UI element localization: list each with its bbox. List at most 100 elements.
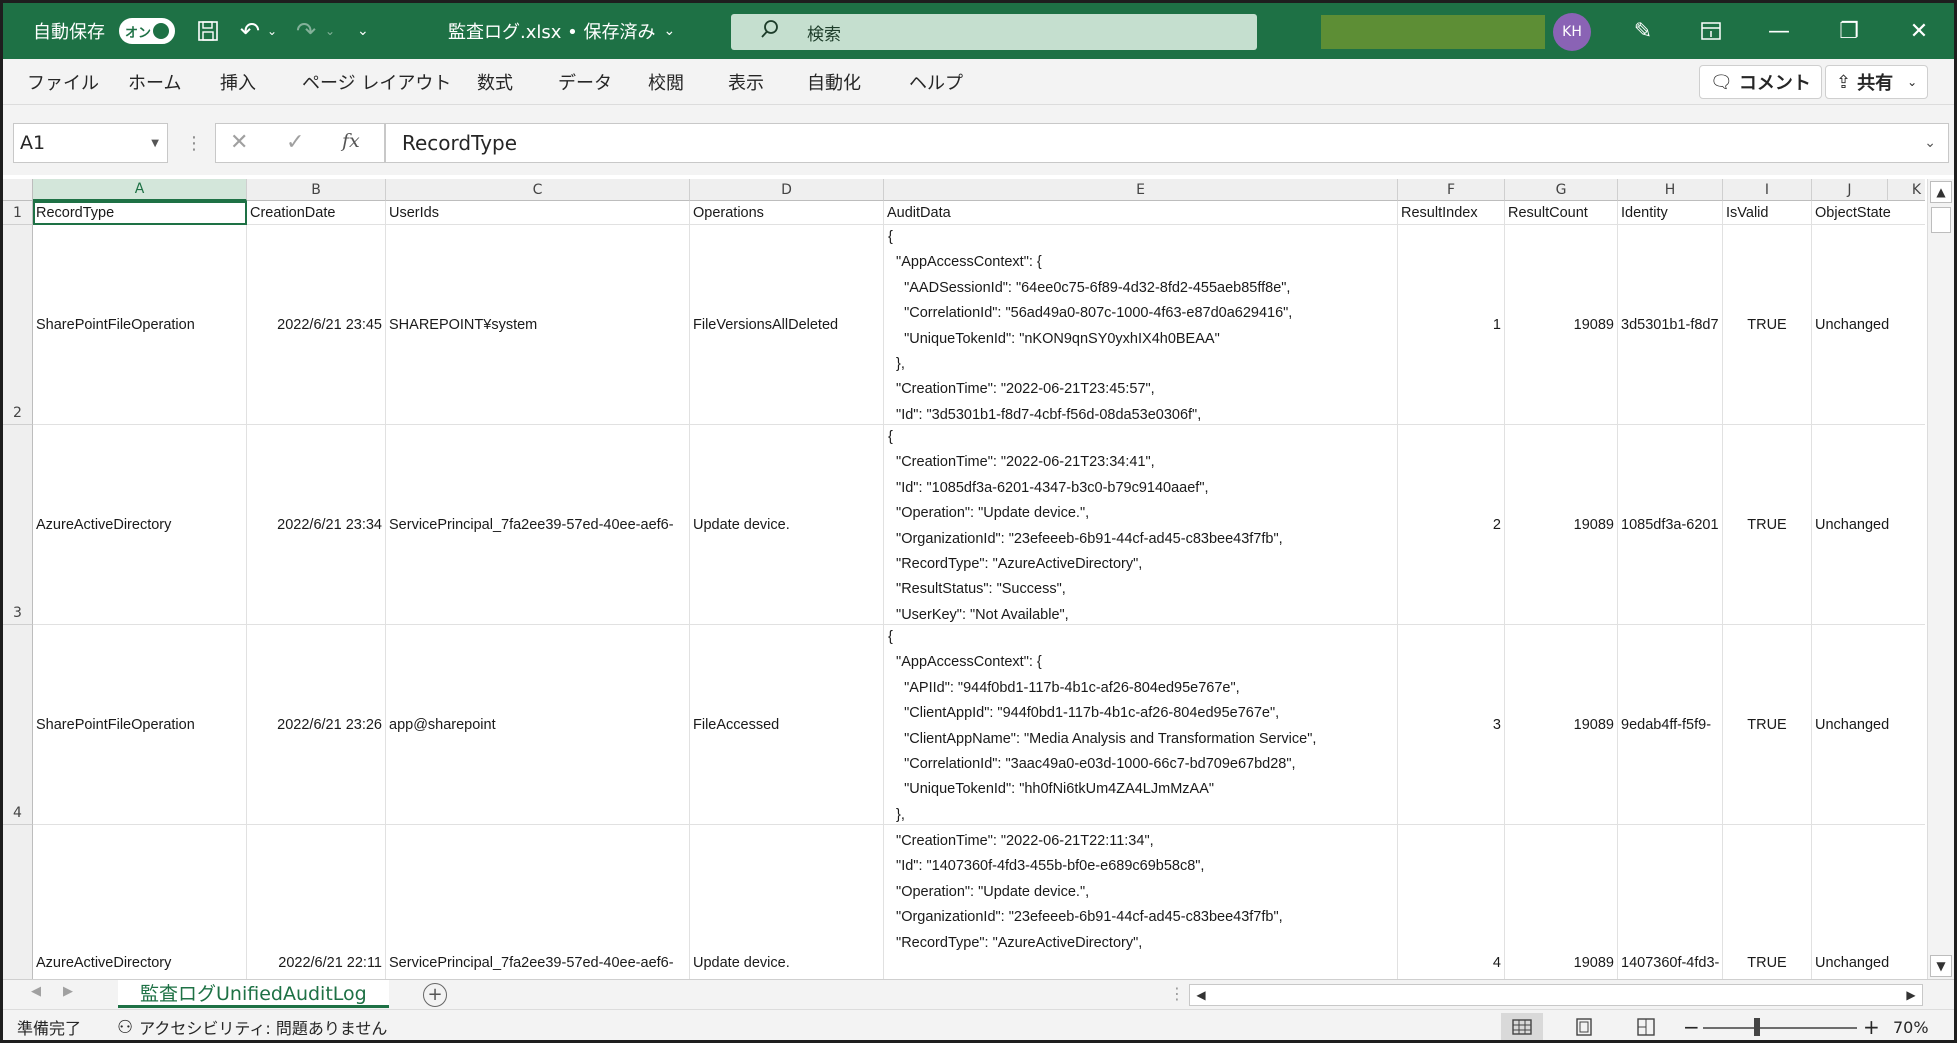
- cell-user-ids[interactable]: ServicePrincipal_7fa2ee39-57ed-40ee-aef6…: [386, 825, 690, 979]
- cell-result-index[interactable]: 2: [1398, 425, 1505, 625]
- row-header-2[interactable]: 2: [3, 225, 33, 425]
- zoom-slider-thumb[interactable]: [1753, 1018, 1760, 1036]
- undo-icon[interactable]: ↶: [235, 3, 265, 59]
- cell-operations[interactable]: Update device.: [690, 425, 884, 625]
- column-header-d[interactable]: D: [690, 179, 884, 201]
- cell-e1[interactable]: AuditData: [884, 201, 1398, 225]
- cell-d1[interactable]: Operations: [690, 201, 884, 225]
- avatar[interactable]: KH: [1553, 13, 1591, 51]
- cell-identity[interactable]: 1085df3a-6201: [1618, 425, 1723, 625]
- cancel-icon[interactable]: ✕: [230, 130, 248, 155]
- sheet-next-icon[interactable]: ▶: [63, 984, 73, 999]
- name-box-dropdown-icon[interactable]: ▼: [151, 138, 159, 149]
- vertical-scrollbar[interactable]: ▲ ▼: [1927, 179, 1954, 979]
- cell-identity[interactable]: 9edab4ff-f5f9-: [1618, 625, 1723, 825]
- tab-insert[interactable]: 挿入: [220, 59, 256, 105]
- undo-dropdown-icon[interactable]: ⌄: [267, 3, 277, 59]
- cell-c1[interactable]: UserIds: [386, 201, 690, 225]
- tab-file[interactable]: ファイル: [27, 59, 99, 105]
- cell-result-index[interactable]: 1: [1398, 225, 1505, 425]
- formula-bar-handle-icon[interactable]: ⋮: [185, 133, 203, 154]
- scroll-down-icon[interactable]: ▼: [1930, 955, 1952, 977]
- ribbon-display-icon[interactable]: [1683, 3, 1739, 59]
- cell-identity[interactable]: 3d5301b1-f8d7: [1618, 225, 1723, 425]
- redo-dropdown-icon[interactable]: ⌄: [325, 3, 335, 59]
- cell-object-state[interactable]: Unchanged: [1812, 225, 1925, 425]
- tab-help[interactable]: ヘルプ: [909, 59, 963, 105]
- row-header-3[interactable]: 3: [3, 425, 33, 625]
- cell-creation-date[interactable]: 2022/6/21 23:26: [247, 625, 386, 825]
- cell-a1[interactable]: RecordType: [33, 201, 247, 225]
- select-all-corner[interactable]: [3, 179, 33, 201]
- row-header-5[interactable]: 5: [3, 825, 33, 979]
- expand-formula-icon[interactable]: ⌄: [1924, 135, 1936, 151]
- cell-b1[interactable]: CreationDate: [247, 201, 386, 225]
- cell-object-state[interactable]: Unchanged: [1812, 425, 1925, 625]
- accessibility-status[interactable]: ⚇ アクセシビリティ: 問題ありません: [117, 1010, 387, 1040]
- restore-icon[interactable]: ❐: [1821, 3, 1877, 59]
- column-header-b[interactable]: B: [247, 179, 386, 201]
- cell-result-count[interactable]: 19089: [1505, 625, 1618, 825]
- cell-is-valid[interactable]: TRUE: [1723, 825, 1812, 979]
- vertical-scroll-thumb[interactable]: [1931, 207, 1951, 233]
- cell-result-index[interactable]: 3: [1398, 625, 1505, 825]
- cell-record-type[interactable]: SharePointFileOperation: [33, 625, 247, 825]
- cell-result-index[interactable]: 4: [1398, 825, 1505, 979]
- scroll-up-icon[interactable]: ▲: [1930, 181, 1952, 203]
- zoom-in-icon[interactable]: +: [1863, 1010, 1880, 1040]
- page-break-view-icon[interactable]: [1625, 1013, 1667, 1040]
- comments-button[interactable]: 🗨 コメント: [1699, 65, 1822, 99]
- column-header-k[interactable]: K: [1888, 179, 1925, 201]
- cell-identity[interactable]: 1407360f-4fd3-: [1618, 825, 1723, 979]
- row-header-1[interactable]: 1: [3, 201, 33, 225]
- customize-toolbar-icon[interactable]: ⌄: [357, 3, 369, 59]
- zoom-out-icon[interactable]: −: [1683, 1010, 1700, 1040]
- cell-h1[interactable]: Identity: [1618, 201, 1723, 225]
- cell-object-state[interactable]: Unchanged: [1812, 825, 1925, 979]
- column-header-j[interactable]: J: [1812, 179, 1888, 201]
- cell-operations[interactable]: FileAccessed: [690, 625, 884, 825]
- document-title[interactable]: 監査ログ.xlsx • 保存済み ⌄: [448, 3, 675, 59]
- tab-formulas[interactable]: 数式: [477, 59, 513, 105]
- cell-is-valid[interactable]: TRUE: [1723, 625, 1812, 825]
- pen-icon[interactable]: ✎: [1615, 3, 1671, 59]
- share-button[interactable]: ⇪ 共有 ⌄: [1825, 65, 1929, 99]
- sheet-prev-icon[interactable]: ◀: [31, 984, 41, 999]
- cell-is-valid[interactable]: TRUE: [1723, 425, 1812, 625]
- column-header-e[interactable]: E: [884, 179, 1398, 201]
- insert-function-icon[interactable]: fx: [342, 130, 360, 152]
- normal-view-icon[interactable]: [1501, 1013, 1543, 1040]
- cell-f1[interactable]: ResultIndex: [1398, 201, 1505, 225]
- cell-user-ids[interactable]: app@sharepoint: [386, 625, 690, 825]
- cell-operations[interactable]: Update device.: [690, 825, 884, 979]
- tab-review[interactable]: 校閲: [648, 59, 684, 105]
- cell-creation-date[interactable]: 2022/6/21 23:34: [247, 425, 386, 625]
- cell-result-count[interactable]: 19089: [1505, 225, 1618, 425]
- zoom-slider[interactable]: [1703, 1027, 1857, 1029]
- column-header-g[interactable]: G: [1505, 179, 1618, 201]
- cell-i1[interactable]: IsValid: [1723, 201, 1812, 225]
- cell-user-ids[interactable]: ServicePrincipal_7fa2ee39-57ed-40ee-aef6…: [386, 425, 690, 625]
- cell-audit-data[interactable]: { "AppAccessContext": { "AADSessionId": …: [884, 225, 1398, 425]
- cell-result-count[interactable]: 19089: [1505, 425, 1618, 625]
- chevron-down-icon[interactable]: ⌄: [1907, 75, 1917, 89]
- column-header-a[interactable]: A: [33, 179, 247, 201]
- cell-creation-date[interactable]: 2022/6/21 22:11: [247, 825, 386, 979]
- tab-home[interactable]: ホーム: [128, 59, 181, 105]
- redo-icon[interactable]: ↷: [291, 3, 321, 59]
- cell-record-type[interactable]: AzureActiveDirectory: [33, 425, 247, 625]
- close-icon[interactable]: ✕: [1891, 3, 1947, 59]
- cell-operations[interactable]: FileVersionsAllDeleted: [690, 225, 884, 425]
- tab-data[interactable]: データ: [558, 59, 612, 105]
- add-sheet-icon[interactable]: +: [423, 983, 447, 1007]
- search-box[interactable]: 検索: [731, 14, 1257, 50]
- minimize-icon[interactable]: —: [1751, 3, 1807, 59]
- autosave-toggle[interactable]: オン: [119, 3, 175, 59]
- horizontal-scrollbar[interactable]: ◀ ▶: [1189, 984, 1923, 1006]
- cell-is-valid[interactable]: TRUE: [1723, 225, 1812, 425]
- save-icon[interactable]: [193, 3, 223, 59]
- name-box[interactable]: A1 ▼: [13, 123, 168, 163]
- cell-creation-date[interactable]: 2022/6/21 23:45: [247, 225, 386, 425]
- row-header-4[interactable]: 4: [3, 625, 33, 825]
- page-layout-view-icon[interactable]: [1563, 1013, 1605, 1040]
